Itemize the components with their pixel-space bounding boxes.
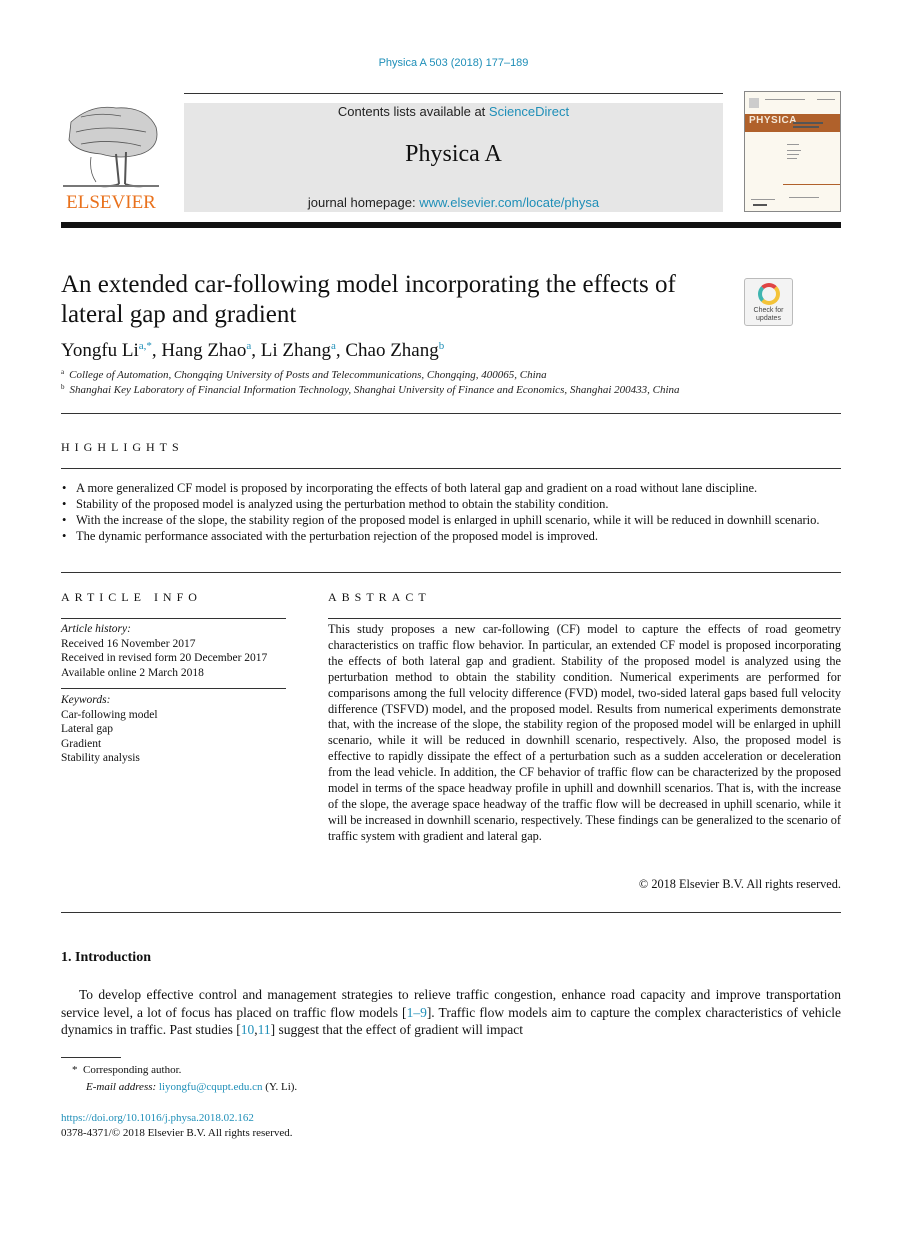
highlight-item: With the increase of the slope, the stab…	[61, 512, 841, 528]
keywords-label: Keywords:	[61, 694, 111, 706]
abstract-copyright: © 2018 Elsevier B.V. All rights reserved…	[638, 877, 841, 891]
check-for-updates-icon	[758, 283, 780, 305]
journal-name: Physica A	[405, 141, 502, 167]
highlight-item: The dynamic performance associated with …	[61, 528, 841, 544]
history-received: Received 16 November 2017	[61, 637, 196, 650]
highlight-item: A more generalized CF model is proposed …	[61, 480, 841, 496]
citation-link[interactable]: 10	[241, 1022, 255, 1037]
citation-link[interactable]: 1–9	[407, 1005, 427, 1020]
cover-editors-line	[787, 150, 801, 151]
header-thick-rule	[61, 222, 841, 228]
affiliation-text: Shanghai Key Laboratory of Financial Inf…	[69, 384, 680, 396]
journal-reference[interactable]: Physica A 503 (2018) 177–189	[0, 57, 907, 69]
article-title: An extended car-following model incorpor…	[61, 271, 676, 328]
email-link[interactable]: liyongfu@cqupt.edu.cn	[159, 1081, 263, 1093]
author-name: Li Zhang	[260, 340, 331, 361]
highlight-item: Stability of the proposed model is analy…	[61, 496, 841, 512]
history-label: Article history:	[61, 623, 131, 635]
corresponding-author-note: * Corresponding author.	[72, 1064, 181, 1076]
issn-line: 0378-4371/© 2018 Elsevier B.V. All right…	[61, 1127, 293, 1139]
abstract-heading: ABSTRACT	[328, 590, 431, 604]
divider	[61, 413, 841, 414]
keywords: Keywords: Car-following model Lateral ga…	[61, 693, 286, 766]
article-info-heading: ARTICLE INFO	[61, 590, 202, 604]
author-affiliation-mark[interactable]: a,*	[139, 340, 152, 352]
author-separator: ,	[335, 340, 346, 361]
homepage-line: journal homepage: www.elsevier.com/locat…	[184, 195, 723, 210]
intro-text-part: ] suggest that the effect of gradient wi…	[270, 1022, 524, 1037]
affiliation-mark: b	[61, 383, 65, 391]
check-for-updates-label: Check for updates	[745, 307, 792, 323]
introduction-heading: 1. Introduction	[61, 950, 151, 965]
author-name: Chao Zhang	[345, 340, 439, 361]
footnote-mark: *	[72, 1064, 78, 1076]
divider	[61, 572, 841, 573]
divider	[61, 688, 286, 689]
author-name: Yongfu Li	[61, 340, 139, 361]
author-separator: ,	[151, 340, 162, 361]
email-note: E-mail address: liyongfu@cqupt.edu.cn (Y…	[86, 1081, 297, 1093]
email-suffix: (Y. Li).	[262, 1081, 298, 1093]
check-updates-line1: Check for	[753, 307, 784, 314]
history-revised: Received in revised form 20 December 201…	[61, 652, 268, 664]
divider	[61, 468, 841, 469]
cover-issn-line	[817, 99, 835, 100]
affiliation-mark: a	[61, 368, 65, 376]
divider	[328, 618, 841, 619]
footnote-text: Corresponding author.	[83, 1064, 182, 1076]
affiliation-a: a College of Automation, Chongqing Univer…	[61, 368, 547, 381]
cover-editors-line	[787, 144, 799, 145]
history-online: Available online 2 March 2018	[61, 666, 204, 679]
keyword: Lateral gap	[61, 723, 114, 735]
affiliation-text: College of Automation, Chongqing Univers…	[69, 369, 547, 381]
affiliation-b: b Shanghai Key Laboratory of Financial In…	[61, 383, 680, 396]
citation-link[interactable]: 11	[258, 1022, 271, 1037]
abstract-text: This study proposes a new car-following …	[328, 622, 841, 843]
author-list: Yongfu Lia,*, Hang Zhaoa, Li Zhanga, Cha…	[61, 340, 444, 362]
author-separator: ,	[251, 340, 261, 361]
divider	[61, 618, 286, 619]
journal-cover-thumbnail[interactable]: PHYSICA	[744, 91, 841, 212]
footnote-rule	[61, 1057, 121, 1058]
keyword: Gradient	[61, 737, 102, 750]
cover-issue-line	[765, 99, 805, 100]
divider	[61, 912, 841, 913]
highlights-heading: HIGHLIGHTS	[61, 440, 184, 454]
header-top-rule	[184, 93, 723, 94]
cover-subtitle-line	[793, 126, 819, 128]
keyword: Stability analysis	[61, 752, 140, 764]
email-label: E-mail address:	[86, 1081, 159, 1093]
author-affiliation-mark[interactable]: b	[439, 340, 445, 352]
cover-editors-line	[787, 154, 799, 155]
article-history: Article history: Received 16 November 20…	[61, 622, 286, 680]
cover-footer-line	[789, 197, 819, 198]
cover-title: PHYSICA	[749, 115, 797, 126]
doi-link-line: https://doi.org/10.1016/j.physa.2018.02.…	[61, 1112, 254, 1124]
homepage-prefix: journal homepage:	[307, 195, 420, 210]
cover-subtitle-line	[793, 122, 823, 124]
cover-editors-line	[787, 158, 797, 159]
contents-line: Contents lists available at ScienceDirec…	[184, 104, 723, 119]
doi-link[interactable]: https://doi.org/10.1016/j.physa.2018.02.…	[61, 1112, 254, 1124]
author-name: Hang Zhao	[161, 340, 247, 361]
elsevier-logo[interactable]: ELSEVIER	[61, 102, 161, 214]
journal-homepage-link[interactable]: www.elsevier.com/locate/physa	[419, 195, 599, 210]
cover-bottom-rule	[783, 184, 840, 185]
contents-prefix: Contents lists available at	[337, 104, 489, 119]
check-for-updates-button[interactable]: Check for updates	[744, 278, 793, 326]
check-updates-line2: updates	[756, 315, 781, 322]
elsevier-wordmark: ELSEVIER	[66, 192, 156, 213]
cover-logo-icon	[749, 98, 759, 108]
keyword: Car-following model	[61, 708, 158, 721]
elsevier-tree-icon	[63, 106, 159, 188]
introduction-paragraph: To develop effective control and managem…	[61, 986, 841, 1039]
cover-footer-line	[751, 199, 775, 200]
cover-footer-logo	[753, 204, 767, 206]
highlights-list: A more generalized CF model is proposed …	[61, 480, 841, 544]
sciencedirect-link[interactable]: ScienceDirect	[489, 104, 569, 119]
